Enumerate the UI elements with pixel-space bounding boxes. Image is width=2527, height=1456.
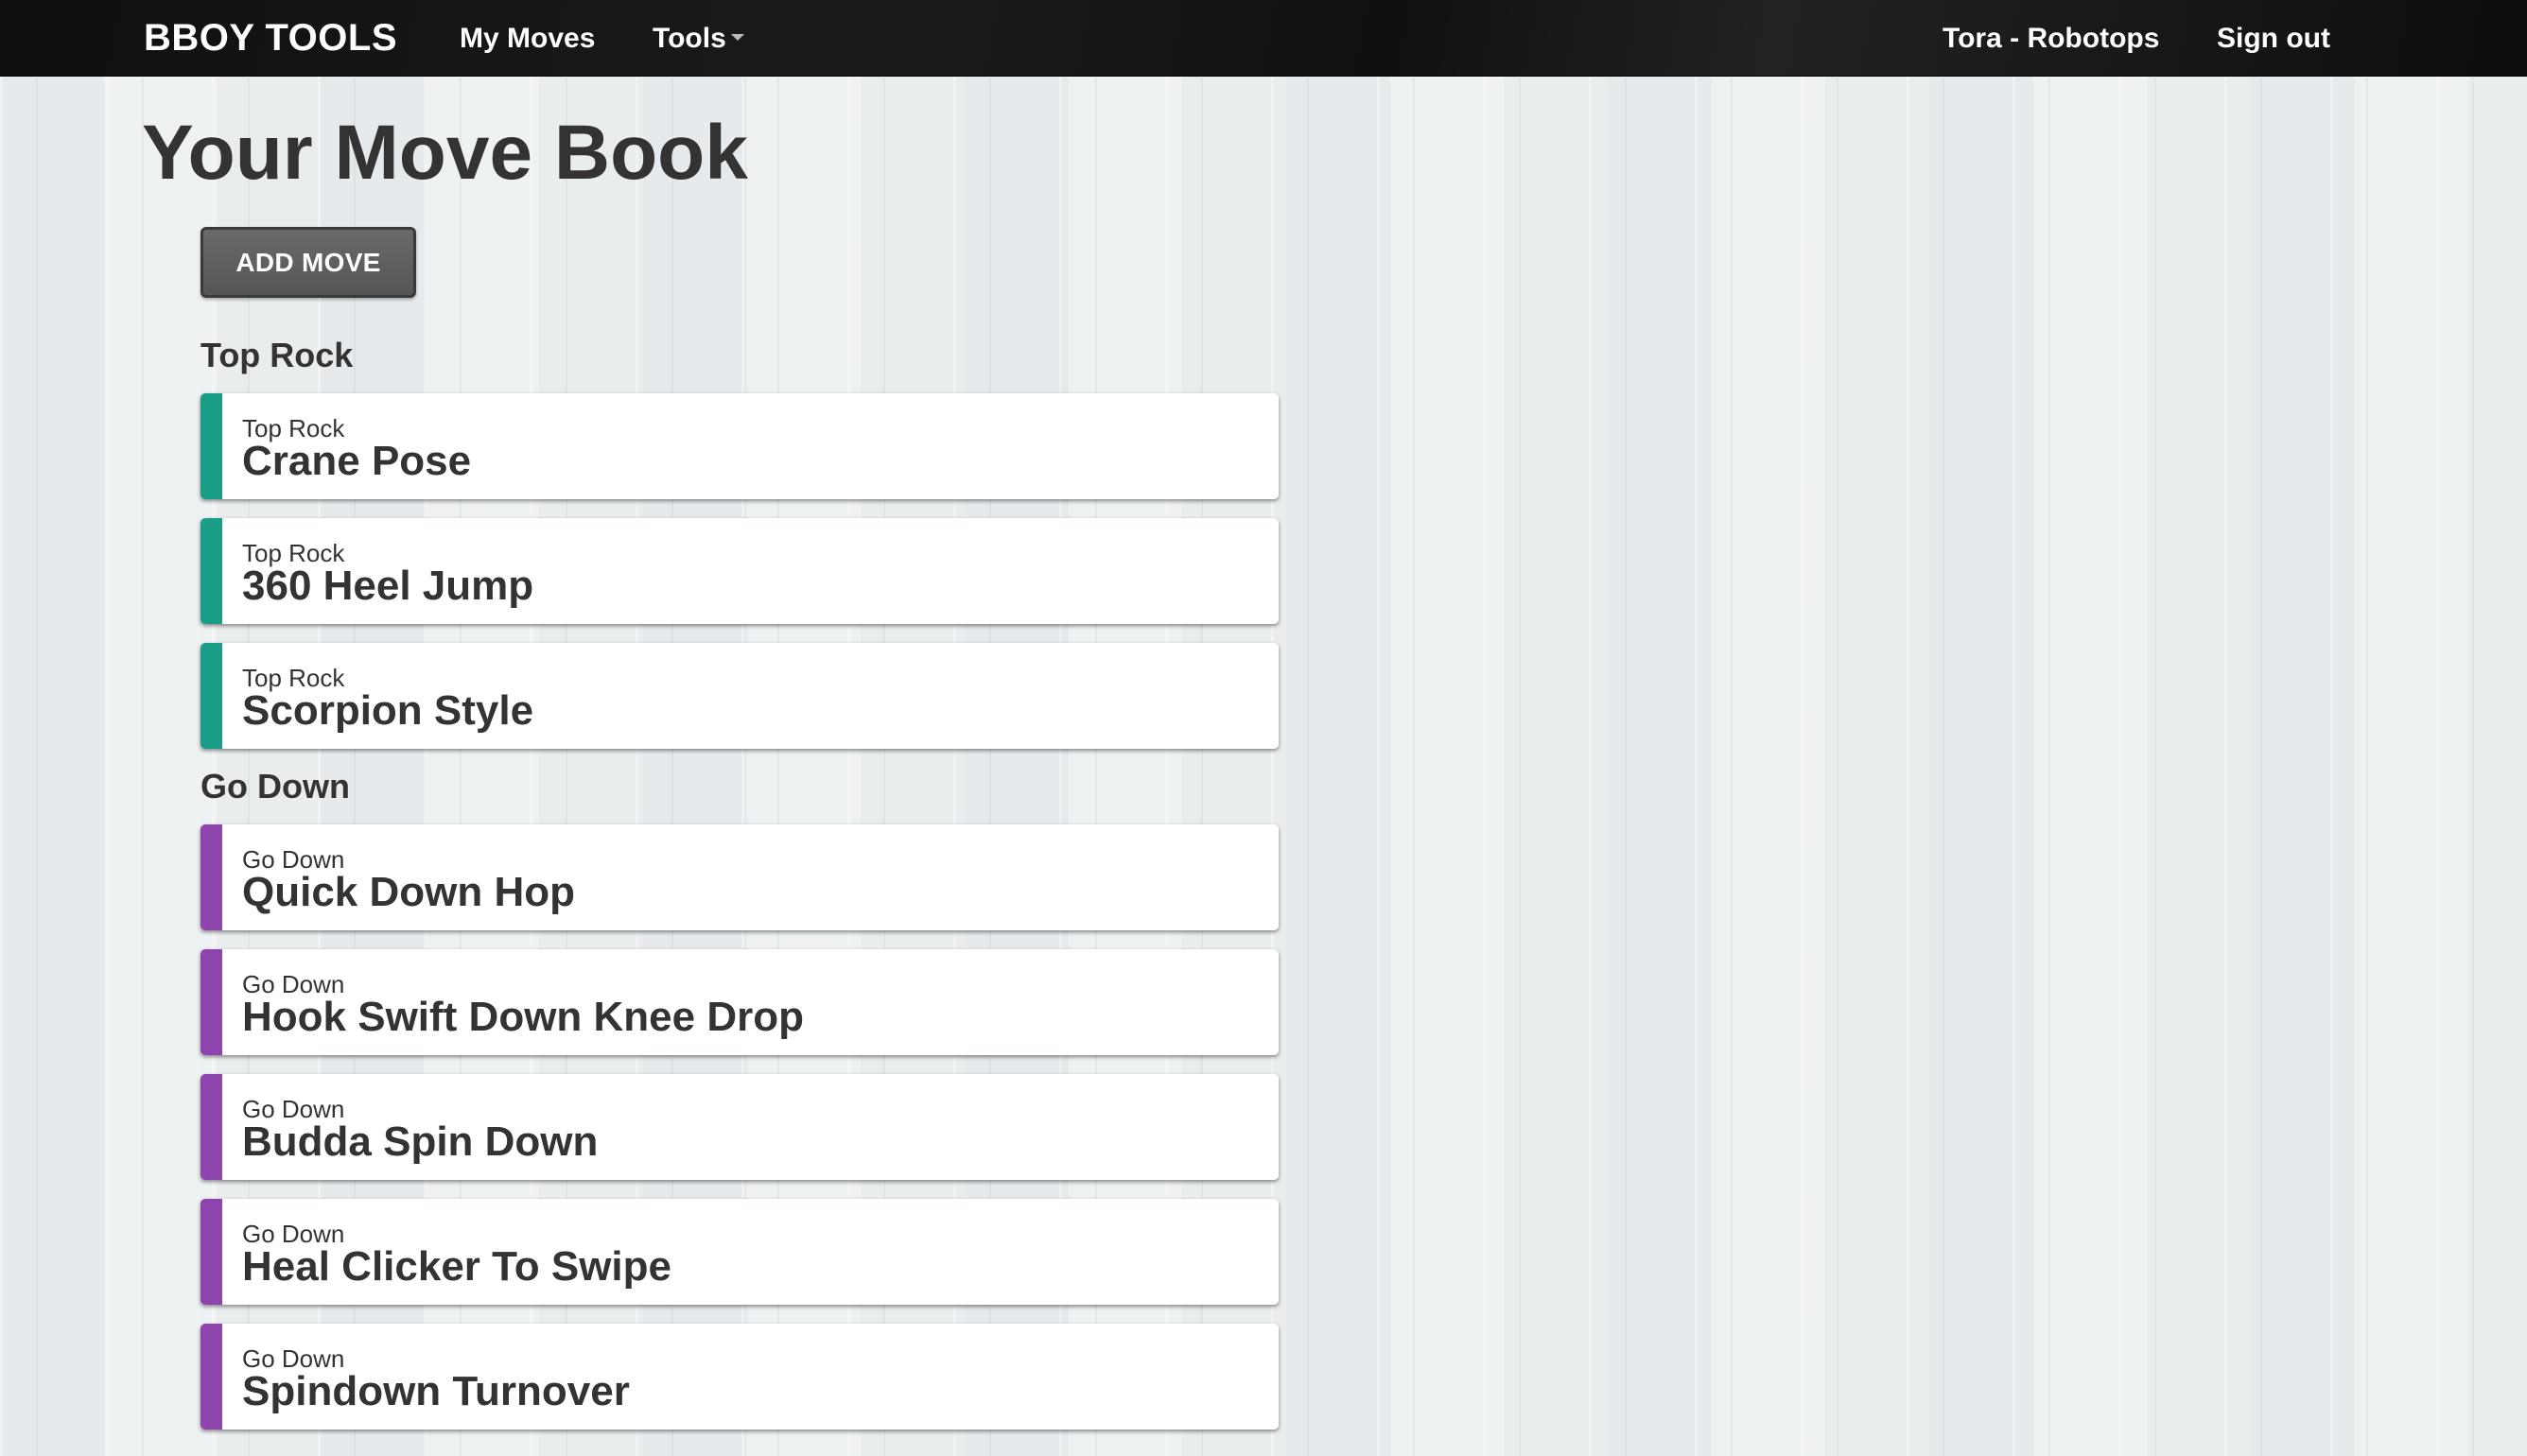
move-name: Scorpion Style [242,687,534,734]
category-accent-bar [200,393,222,499]
caret-down-icon [730,33,744,41]
move-card[interactable]: Top Rock Scorpion Style [200,643,1279,749]
category-accent-bar [200,949,222,1055]
section-title-go-down: Go Down [200,767,350,806]
move-name: Crane Pose [242,438,472,484]
brand-logo[interactable]: BBOY TOOLS [144,17,397,59]
move-card[interactable]: Top Rock 360 Heel Jump [200,518,1279,624]
category-accent-bar [200,643,222,749]
move-card[interactable]: Go Down Spindown Turnover [200,1324,1279,1430]
move-name: Heal Clicker To Swipe [242,1243,672,1290]
nav-sign-out[interactable]: Sign out [2217,21,2330,57]
category-accent-bar [200,1199,222,1305]
move-name: Hook Swift Down Knee Drop [242,994,804,1040]
category-accent-bar [200,824,222,930]
category-accent-bar [200,518,222,624]
move-name: Budda Spin Down [242,1118,599,1165]
move-card[interactable]: Top Rock Crane Pose [200,393,1279,499]
nav-user-profile[interactable]: Tora - Robotops [1943,21,2159,57]
move-card[interactable]: Go Down Hook Swift Down Knee Drop [200,949,1279,1055]
nav-tools-dropdown[interactable]: Tools [653,21,744,57]
category-accent-bar [200,1324,222,1430]
move-card[interactable]: Go Down Budda Spin Down [200,1074,1279,1180]
add-move-button[interactable]: ADD MOVE [200,227,416,298]
page-title: Your Move Book [142,110,748,196]
category-accent-bar [200,1074,222,1180]
nav-my-moves[interactable]: My Moves [460,21,595,57]
nav-tools-label: Tools [653,23,726,54]
move-card[interactable]: Go Down Heal Clicker To Swipe [200,1199,1279,1305]
move-name: 360 Heel Jump [242,563,534,609]
move-name: Spindown Turnover [242,1368,630,1414]
section-title-top-rock: Top Rock [200,336,354,374]
top-navbar: BBOY TOOLS My Moves Tools Tora - Robotop… [0,0,2527,77]
move-name: Quick Down Hop [242,869,575,915]
move-card[interactable]: Go Down Quick Down Hop [200,824,1279,930]
